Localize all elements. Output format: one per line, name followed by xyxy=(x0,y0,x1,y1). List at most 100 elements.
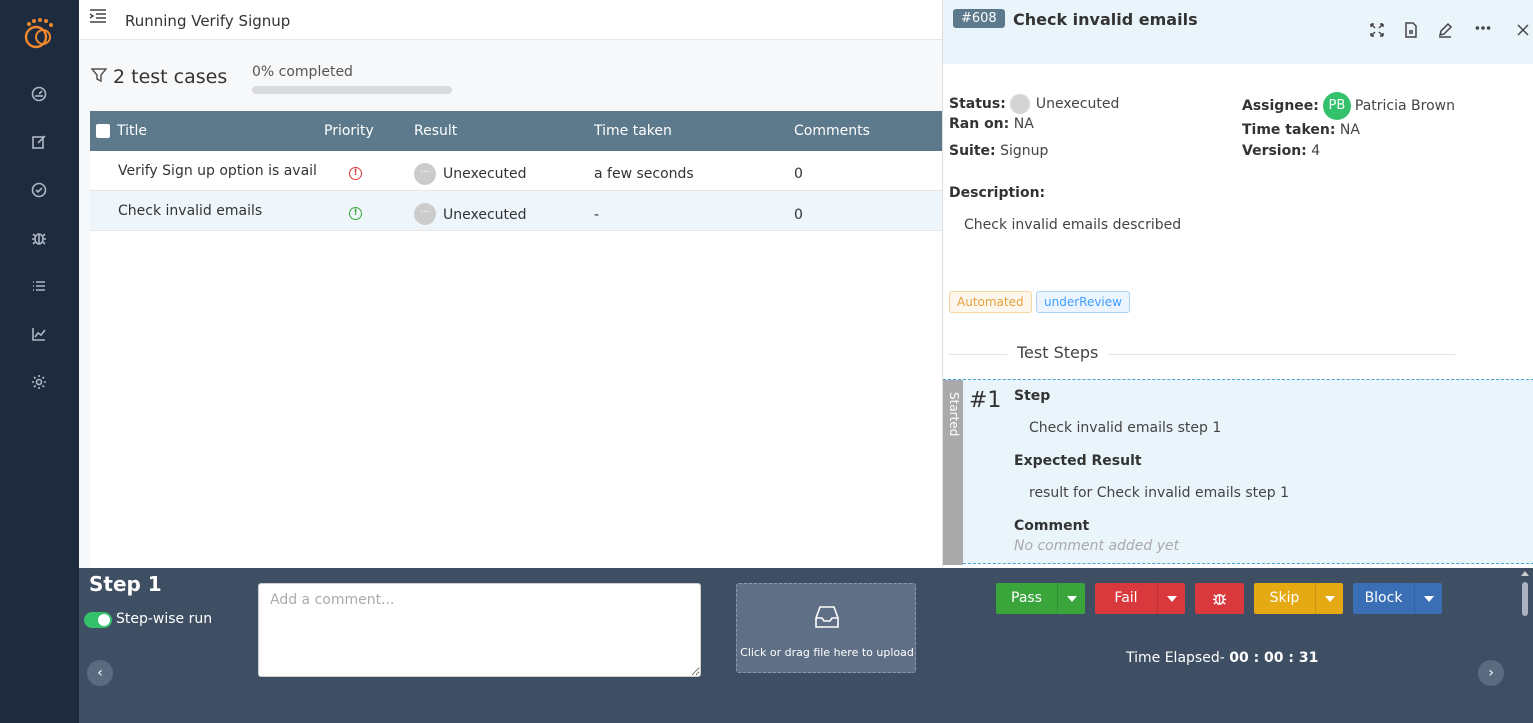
file-upload-dropzone[interactable]: Click or drag file here to upload xyxy=(736,583,916,673)
status-dot-icon xyxy=(1009,94,1030,114)
tag-automated[interactable]: Automated xyxy=(949,291,1032,313)
bug-icon xyxy=(1212,594,1227,605)
upload-text: Click or drag file here to upload xyxy=(740,646,914,659)
ran-on-field: Ran on: NA xyxy=(949,116,1034,132)
description-field: Description: xyxy=(949,185,1045,201)
filter-icon[interactable] xyxy=(90,67,108,87)
chevron-down-icon xyxy=(1166,595,1177,602)
dashboard-icon[interactable] xyxy=(28,83,50,105)
report-bug-button[interactable] xyxy=(1195,583,1244,614)
unexecuted-status-icon: ··· xyxy=(414,163,436,185)
column-comments[interactable]: Comments xyxy=(794,123,870,139)
time-taken-label: Time taken: xyxy=(1242,122,1336,138)
gear-icon[interactable] xyxy=(28,371,50,393)
pass-button[interactable]: Pass xyxy=(996,583,1057,614)
step-heading: Step 1 xyxy=(89,572,162,596)
list-icon[interactable] xyxy=(28,275,50,297)
table-header: Title Priority Result Time taken Comment… xyxy=(90,111,950,151)
unexecuted-status-icon: ··· xyxy=(414,203,436,225)
row-result: Unexecuted xyxy=(443,207,527,223)
test-step-card[interactable]: Started #1 Step Check invalid emails ste… xyxy=(943,379,1533,565)
step-status-bar: Started xyxy=(943,380,963,565)
column-time-taken[interactable]: Time taken xyxy=(594,123,672,139)
steps-title: Test Steps xyxy=(1007,343,1109,362)
next-step-button[interactable]: › xyxy=(1478,660,1504,686)
time-elapsed-label: Time Elapsed- xyxy=(1126,650,1225,666)
stepwise-toggle[interactable] xyxy=(84,612,112,628)
column-title[interactable]: Title xyxy=(117,123,147,139)
previous-step-button[interactable]: ‹ xyxy=(87,660,113,686)
close-icon[interactable] xyxy=(1515,22,1533,40)
time-taken-field: Time taken: NA xyxy=(1242,122,1360,138)
progress-bar xyxy=(252,86,452,94)
time-taken-value: NA xyxy=(1339,122,1360,138)
fail-button-group: Fail xyxy=(1095,583,1185,614)
bug-icon[interactable] xyxy=(28,227,50,249)
row-title: Verify Sign up option is avail xyxy=(118,163,317,179)
step-number: #1 xyxy=(969,388,1002,413)
comment-input[interactable] xyxy=(258,583,701,677)
suite-value: Signup xyxy=(1000,143,1049,159)
row-comments: 0 xyxy=(794,166,803,182)
row-time-taken: a few seconds xyxy=(594,166,694,182)
time-elapsed-value: 00 : 00 : 31 xyxy=(1229,650,1319,666)
assignee-field: Assignee: PB Patricia Brown xyxy=(1242,92,1455,120)
scroll-thumb[interactable] xyxy=(1522,582,1528,616)
app-logo[interactable] xyxy=(22,16,56,50)
check-circle-icon[interactable] xyxy=(28,179,50,201)
column-result[interactable]: Result xyxy=(414,123,457,139)
row-time-taken: - xyxy=(594,207,600,223)
scrollbar[interactable] xyxy=(1519,568,1533,723)
chevron-down-icon xyxy=(1324,595,1335,602)
block-button[interactable]: Block xyxy=(1353,583,1414,614)
fail-dropdown-toggle[interactable] xyxy=(1157,583,1185,614)
expand-icon[interactable] xyxy=(1369,22,1387,40)
execution-bar: Step 1 Step-wise run ‹ Click or drag fil… xyxy=(79,568,1533,723)
priority-low-icon: ! xyxy=(349,207,362,220)
stepwise-label: Step-wise run xyxy=(116,611,213,627)
block-dropdown-toggle[interactable] xyxy=(1414,583,1442,614)
description-text: Check invalid emails described xyxy=(964,217,1182,233)
edit-icon[interactable] xyxy=(1437,22,1455,40)
row-result: Unexecuted xyxy=(443,166,527,182)
version-field: Version: 4 xyxy=(1242,143,1320,159)
edit-icon[interactable] xyxy=(28,131,50,153)
chart-icon[interactable] xyxy=(28,323,50,345)
table-row[interactable]: Verify Sign up option is avail ! ··· Une… xyxy=(90,151,950,191)
step-label: Step xyxy=(1014,388,1051,404)
time-elapsed: Time Elapsed- 00 : 00 : 31 xyxy=(1126,650,1318,666)
more-options-icon[interactable] xyxy=(1475,20,1493,38)
suite-label: Suite: xyxy=(949,143,996,159)
chevron-down-icon xyxy=(1066,595,1077,602)
menu-toggle-icon[interactable] xyxy=(89,8,107,24)
skip-dropdown-toggle[interactable] xyxy=(1315,583,1343,614)
tag-under-review[interactable]: underReview xyxy=(1036,291,1130,313)
test-case-table: Title Priority Result Time taken Comment… xyxy=(90,111,950,568)
test-case-detail-panel: #608 Check invalid emails Status: Unexecu… xyxy=(942,0,1533,568)
pdf-export-icon[interactable] xyxy=(1403,22,1421,40)
priority-high-icon: ! xyxy=(349,167,362,180)
expected-result-text: result for Check invalid emails step 1 xyxy=(1029,485,1290,501)
top-bar: Running Verify Signup xyxy=(79,0,949,40)
status-field: Status: Unexecuted xyxy=(949,94,1119,114)
column-priority[interactable]: Priority xyxy=(324,123,374,139)
assignee-name: Patricia Brown xyxy=(1354,98,1455,114)
pass-dropdown-toggle[interactable] xyxy=(1057,583,1085,614)
scroll-up-arrow[interactable] xyxy=(1521,571,1529,576)
version-label: Version: xyxy=(1242,143,1307,159)
skip-button[interactable]: Skip xyxy=(1254,583,1315,614)
completion-text: 0% completed xyxy=(252,64,353,80)
step-status-text: Started xyxy=(947,392,961,437)
case-count: 2 test cases xyxy=(113,66,228,88)
fail-button[interactable]: Fail xyxy=(1095,583,1157,614)
status-value: Unexecuted xyxy=(1035,96,1120,112)
detail-title: Check invalid emails xyxy=(1013,10,1198,29)
select-all-checkbox[interactable] xyxy=(96,124,110,138)
toggle-knob xyxy=(98,614,110,626)
detail-header: #608 Check invalid emails xyxy=(943,0,1533,64)
case-id-badge: #608 xyxy=(953,9,1005,28)
block-button-group: Block xyxy=(1353,583,1442,614)
table-row[interactable]: Check invalid emails ! ··· Unexecuted - … xyxy=(90,191,950,231)
avatar: PB xyxy=(1322,92,1351,120)
assignee-label: Assignee: xyxy=(1242,98,1319,114)
